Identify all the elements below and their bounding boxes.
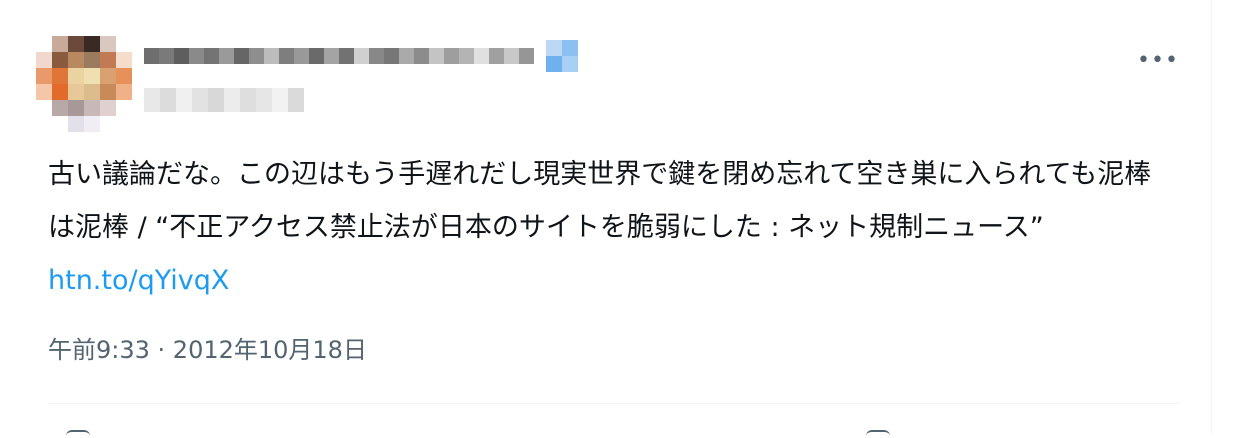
handle-pixelated[interactable] (144, 88, 304, 112)
more-horizontal-icon: ••• (1137, 47, 1179, 73)
verified-badge-pixelated (546, 40, 578, 72)
avatar[interactable] (36, 36, 132, 132)
more-options-button[interactable]: ••• (1137, 44, 1179, 76)
tweet-card: ••• 古い議論だな。この辺はもう手遅れだし現実世界で鍵を閉め忘れて空き巣に入ら… (0, 0, 1212, 433)
divider (48, 403, 1180, 404)
tweet-text: 古い議論だな。この辺はもう手遅れだし現実世界で鍵を閉め忘れて空き巣に入られても泥… (48, 148, 1178, 307)
timestamp-separator: · (149, 336, 173, 364)
tweet-timestamp[interactable]: 午前9:33 · 2012年10月18日 (48, 330, 367, 365)
tweet-link[interactable]: htn.to/qYivqX (48, 265, 229, 296)
bookmark-icon[interactable] (866, 430, 890, 438)
reply-icon[interactable] (66, 430, 90, 438)
tweet-date: 2012年10月18日 (172, 336, 367, 364)
tweet-body: 古い議論だな。この辺はもう手遅れだし現実世界で鍵を閉め忘れて空き巣に入られても泥… (48, 159, 1152, 243)
display-name-pixelated[interactable] (144, 40, 534, 72)
tweet-time: 午前9:33 (48, 336, 150, 364)
